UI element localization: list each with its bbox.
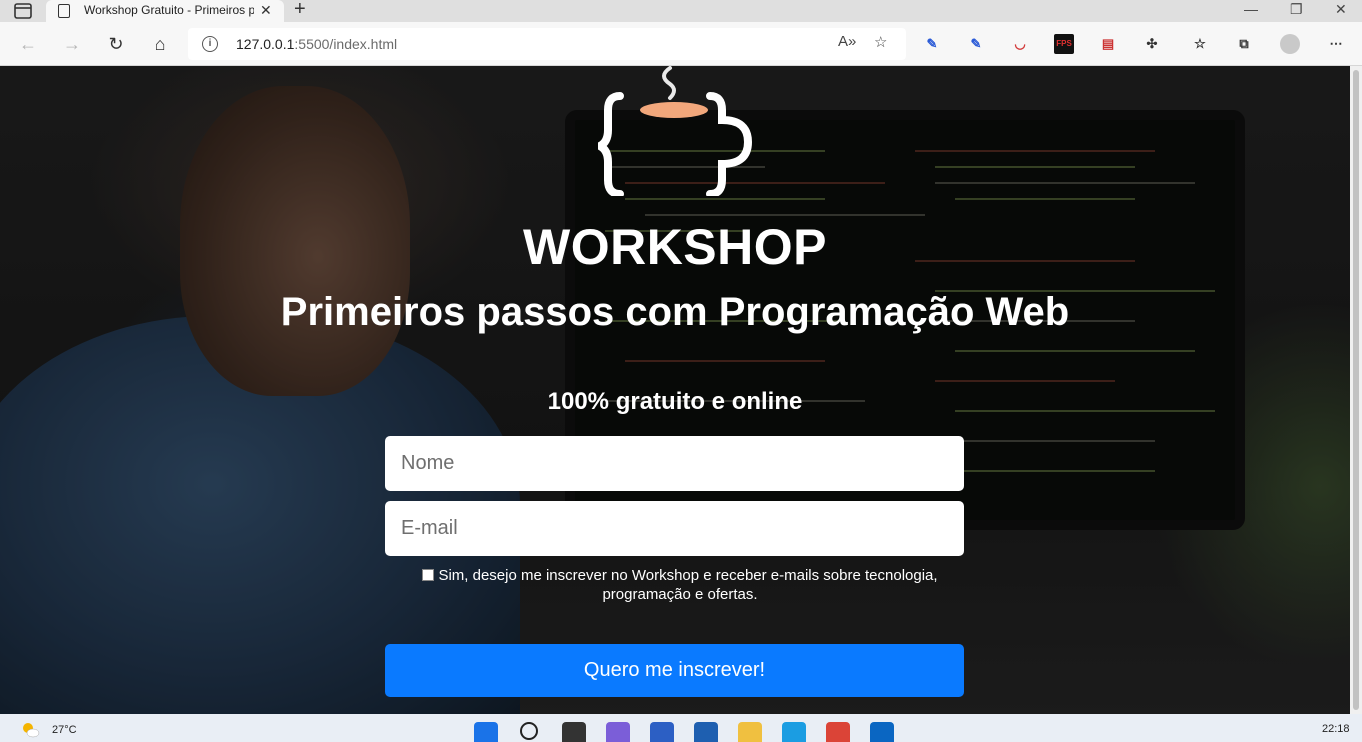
search-icon[interactable] xyxy=(520,722,538,740)
page-icon xyxy=(58,4,70,18)
url-text[interactable]: 127.0.0.1:5500/index.html xyxy=(236,36,397,52)
refresh-icon[interactable]: ↻ xyxy=(104,32,128,56)
back-icon[interactable]: ← xyxy=(16,32,40,56)
weather-temperature[interactable]: 27°C xyxy=(52,724,77,736)
active-tab[interactable]: Workshop Gratuito - Primeiros p ✕ xyxy=(46,0,284,22)
chrome-icon[interactable] xyxy=(826,722,850,742)
new-tab-icon[interactable]: + xyxy=(294,0,306,21)
coffee-code-logo-icon xyxy=(598,66,753,196)
clock[interactable]: 22:18 xyxy=(1322,723,1350,735)
consent-text: Sim, desejo me inscrever no Workshop e r… xyxy=(400,566,960,604)
scrollbar-thumb[interactable] xyxy=(1353,70,1359,710)
weather-sun-icon[interactable] xyxy=(20,720,40,738)
start-icon[interactable] xyxy=(474,722,498,742)
puzzle-icon[interactable]: ✣ xyxy=(1142,34,1162,54)
close-tab-icon[interactable]: ✕ xyxy=(260,2,272,19)
read-aloud-icon[interactable]: A» xyxy=(838,33,856,50)
page-content: WORKSHOP Primeiros passos com Programaçã… xyxy=(0,66,1350,714)
minimize-icon[interactable]: — xyxy=(1244,1,1258,17)
page-title: WORKSHOP xyxy=(523,219,827,275)
profile-avatar[interactable] xyxy=(1280,34,1300,54)
name-input[interactable] xyxy=(385,436,964,491)
page-scrollbar[interactable] xyxy=(1350,66,1362,714)
site-info-icon[interactable]: i xyxy=(202,36,218,52)
more-menu-icon[interactable]: ⋯ xyxy=(1326,34,1346,54)
vscode-icon[interactable] xyxy=(870,722,894,742)
tab-strip: Workshop Gratuito - Primeiros p ✕ + — ❐ … xyxy=(0,0,1362,22)
mail-icon[interactable] xyxy=(694,722,718,742)
file-explorer-icon[interactable] xyxy=(738,722,762,742)
edge-icon[interactable] xyxy=(782,722,806,742)
consent-checkbox[interactable] xyxy=(422,569,435,581)
consent-line-1: Sim, desejo me inscrever no Workshop e r… xyxy=(438,567,938,584)
pocket-icon[interactable]: ◡ xyxy=(1010,34,1030,54)
home-icon[interactable]: ⌂ xyxy=(148,32,172,56)
consent-line-2: programação e ofertas. xyxy=(602,586,758,603)
url-path: :5500/index.html xyxy=(294,36,398,52)
tagline: 100% gratuito e online xyxy=(547,388,803,415)
tab-actions-icon[interactable] xyxy=(14,3,32,19)
taskbar: 27°C 22:18 xyxy=(0,714,1362,742)
url-host: 127.0.0.1 xyxy=(236,36,295,52)
fps-icon[interactable]: FPS xyxy=(1054,34,1074,54)
task-view-icon[interactable] xyxy=(562,722,586,742)
pdf-icon[interactable]: ▤ xyxy=(1098,34,1118,54)
teams-icon[interactable] xyxy=(606,722,630,742)
store-icon[interactable] xyxy=(650,722,674,742)
add-favorite-icon[interactable]: ☆ xyxy=(874,33,887,51)
favorites-icon[interactable]: ☆ xyxy=(1190,34,1210,54)
restore-icon[interactable]: ❐ xyxy=(1290,1,1303,18)
forward-icon[interactable]: → xyxy=(60,32,84,56)
subscribe-button[interactable]: Quero me inscrever! xyxy=(385,644,964,697)
collections-icon[interactable]: ⧉ xyxy=(1234,34,1254,54)
tab-title: Workshop Gratuito - Primeiros p xyxy=(84,3,254,17)
page-subtitle: Primeiros passos com Programação Web xyxy=(280,290,1070,334)
close-window-icon[interactable]: ✕ xyxy=(1335,1,1347,18)
address-bar[interactable]: i 127.0.0.1:5500/index.html A» ☆ xyxy=(188,28,906,60)
toolbar: ← → ↻ ⌂ i 127.0.0.1:5500/index.html A» ☆… xyxy=(0,22,1362,66)
bookmark-pen-icon[interactable]: ✎ xyxy=(922,34,942,54)
bookmark-pen-icon[interactable]: ✎ xyxy=(966,34,986,54)
email-input[interactable] xyxy=(385,501,964,556)
